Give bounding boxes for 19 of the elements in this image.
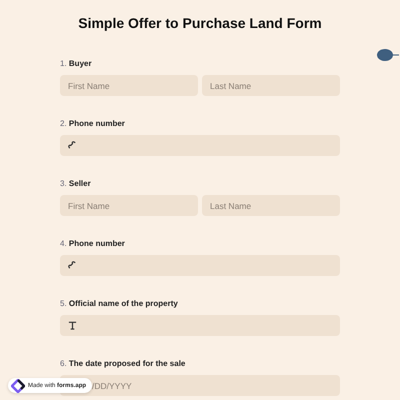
blob-drawing xyxy=(377,48,399,62)
name-field[interactable]: Last Name xyxy=(202,75,340,96)
question-label: 4. Phone number xyxy=(60,238,125,250)
question-label: 2. Phone number xyxy=(60,118,125,130)
form-title: Simple Offer to Purchase Land Form xyxy=(77,15,323,32)
text-icon xyxy=(68,321,77,330)
text-field[interactable] xyxy=(60,315,340,336)
phone-field[interactable] xyxy=(60,135,340,156)
phone-field[interactable] xyxy=(60,255,340,276)
question-label: 5. Official name of the property xyxy=(60,298,178,310)
question-label: 1. Buyer xyxy=(60,58,92,70)
name-field[interactable]: First Name xyxy=(60,195,198,216)
question-label: 6. The date proposed for the sale xyxy=(60,358,186,370)
name-field[interactable]: First Name xyxy=(60,75,198,96)
phone-icon xyxy=(68,141,77,150)
logo-icon xyxy=(11,378,25,392)
question-label: 3. Seller xyxy=(60,178,91,190)
name-field[interactable]: Last Name xyxy=(202,195,340,216)
phone-icon xyxy=(68,261,77,270)
